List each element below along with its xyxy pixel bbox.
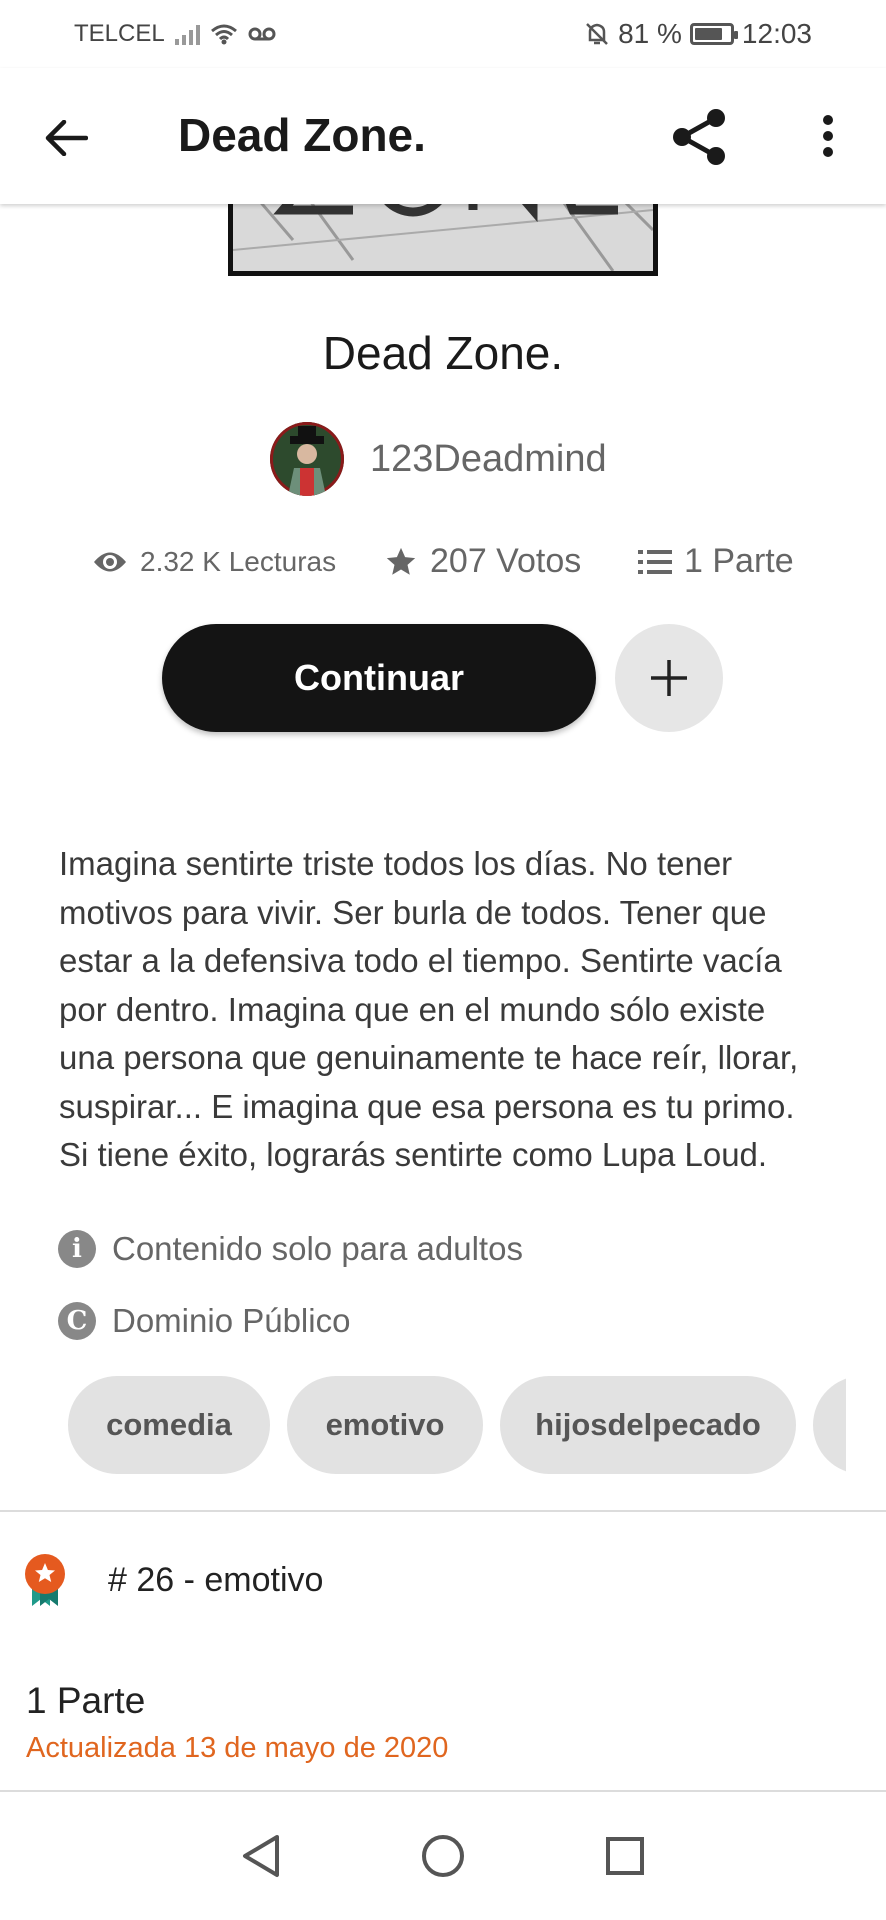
status-left: TELCEL xyxy=(74,20,276,48)
tag-chip[interactable]: emotivo xyxy=(287,1376,483,1474)
more-vertical-icon xyxy=(823,115,833,157)
nav-recents-button[interactable] xyxy=(593,1824,657,1888)
votes-stat: 207 Votos xyxy=(384,542,581,581)
reads-stat: 2.32 K Lecturas xyxy=(92,546,336,578)
description-line: una persona que genuinamente te hace reí… xyxy=(59,1039,799,1076)
description-line: Si tiene éxito, lograrás sentirte como L… xyxy=(59,1136,768,1173)
clock: 12:03 xyxy=(741,18,812,49)
award-ribbon-icon xyxy=(25,1554,65,1606)
bell-off-icon xyxy=(586,23,608,45)
status-right: 81 % 12:03 xyxy=(584,18,812,50)
continue-reading-button[interactable]: Continuar xyxy=(162,624,596,732)
copyright-icon: C xyxy=(58,1302,96,1340)
description-line: estar a la defensiva todo el tiempo. Sen… xyxy=(59,942,782,979)
nav-home-circle-icon xyxy=(422,1835,464,1877)
nav-back-button[interactable] xyxy=(229,1824,293,1888)
wifi-icon xyxy=(210,24,237,45)
back-button[interactable] xyxy=(38,110,94,166)
share-button[interactable] xyxy=(664,102,734,172)
system-nav-bar xyxy=(0,1792,886,1920)
author-avatar[interactable] xyxy=(270,422,344,496)
reads-count: 2.32 K Lecturas xyxy=(140,546,337,577)
tag-chip-partial[interactable] xyxy=(813,1376,846,1474)
license-label: Dominio Público xyxy=(112,1302,351,1339)
carrier-label: TELCEL xyxy=(74,20,165,47)
tag-chip[interactable]: hijosdelpecado xyxy=(500,1376,796,1474)
description-line: Imagina sentirte triste todos los días. … xyxy=(59,845,733,882)
list-icon xyxy=(638,549,672,574)
back-arrow-icon xyxy=(45,120,88,156)
tag-chip[interactable]: comedia xyxy=(68,1376,270,1474)
battery-icon xyxy=(689,23,738,45)
author-row[interactable]: 123Deadmind xyxy=(270,422,607,496)
parts-stat[interactable]: 1 Parte xyxy=(638,542,794,581)
story-description: Imagina sentirte triste todos los días. … xyxy=(59,840,839,1180)
app-bar-title: Dead Zone. xyxy=(178,109,426,161)
eye-icon xyxy=(94,552,126,572)
license-notice: C Dominio Público xyxy=(58,1302,350,1340)
plus-icon xyxy=(651,660,687,696)
description-line: motivos para vivir. Ser burla de todos. … xyxy=(59,893,767,931)
status-bar: TELCEL 81 % 12:03 xyxy=(0,0,886,68)
avatar-image xyxy=(270,422,344,496)
share-icon xyxy=(673,109,725,165)
battery-percent: 81 % xyxy=(618,18,682,49)
nav-home-button[interactable] xyxy=(411,1824,475,1888)
last-updated-date: Actualizada 13 de mayo de 2020 xyxy=(26,1732,449,1764)
votes-count: 207 Votos xyxy=(430,542,582,580)
signal-icon xyxy=(174,23,200,45)
info-icon: i xyxy=(58,1230,96,1268)
ranking-label[interactable]: # 26 - emotivo xyxy=(108,1561,323,1600)
story-stats: 2.32 K Lecturas 207 Votos 1 Parte xyxy=(0,540,886,590)
ranking-row[interactable]: # 26 - emotivo xyxy=(22,1552,323,1608)
description-line: por dentro. Imagina que en el mundo sólo… xyxy=(59,990,766,1028)
voicemail-icon xyxy=(248,27,276,41)
story-title: Dead Zone. xyxy=(322,327,564,379)
mature-content-label: Contenido solo para adultos xyxy=(112,1230,523,1267)
parts-section-title[interactable]: 1 Parte xyxy=(26,1680,145,1722)
nav-recents-square-icon xyxy=(606,1837,644,1875)
app-bar: Dead Zone. xyxy=(0,68,886,204)
author-name[interactable]: 123Deadmind xyxy=(370,438,607,481)
mature-content-notice: i Contenido solo para adultos xyxy=(58,1230,523,1268)
description-line: suspirar... E imagina que esa persona es… xyxy=(59,1087,795,1125)
more-options-button[interactable] xyxy=(804,108,852,164)
add-to-library-button[interactable] xyxy=(615,624,723,732)
parts-count-stat: 1 Parte xyxy=(684,542,794,580)
nav-back-triangle-icon xyxy=(243,1835,279,1877)
tag-list[interactable]: comedia emotivo hijosdelpecado xyxy=(68,1376,846,1474)
star-icon xyxy=(386,547,416,575)
section-divider xyxy=(0,1510,886,1512)
